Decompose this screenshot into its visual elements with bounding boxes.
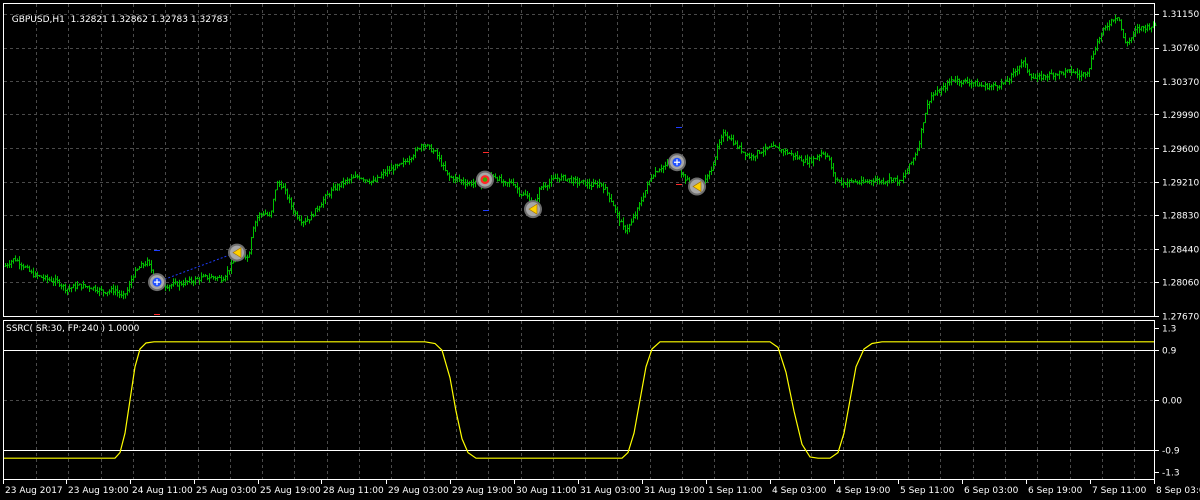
- symbol-timeframe: GBPUSD,H1: [11, 15, 65, 25]
- signal-marker-sell[interactable]: [228, 243, 246, 262]
- time-axis-label: 23 Aug 19:00: [68, 486, 129, 496]
- time-axis-label: 6 Sep 03:00: [964, 486, 1019, 496]
- time-axis-label: 25 Aug 03:00: [196, 486, 257, 496]
- time-axis-label: 6 Sep 19:00: [1028, 486, 1083, 496]
- price-axis-label: 1.30370: [1162, 78, 1199, 88]
- indicator-axis-label: -1.3: [1162, 469, 1180, 479]
- time-axis-label: 24 Aug 11:00: [132, 486, 193, 496]
- time-axis-label: 4 Sep 19:00: [836, 486, 891, 496]
- indicator-axis-label: 0.00: [1162, 397, 1182, 407]
- time-axis-label: 23 Aug 2017: [5, 486, 63, 496]
- time-axis-label: 4 Sep 03:00: [772, 486, 827, 496]
- price-axis-label: 1.27670: [1162, 313, 1199, 323]
- price-axis-label: 1.29990: [1162, 111, 1199, 121]
- time-axis-label: 29 Aug 03:00: [388, 486, 449, 496]
- price-axis-label: 1.30760: [1162, 44, 1199, 54]
- signal-marker-sell[interactable]: [688, 177, 706, 196]
- time-axis-label: 31 Aug 19:00: [644, 486, 705, 496]
- indicator-label: SSRC( SR:30, FP:240 ) 1.0000: [6, 324, 140, 334]
- indicator-axis-label: -0.9: [1162, 446, 1180, 456]
- indicator-axis-label: 1.3: [1162, 325, 1176, 335]
- price-axis-label: 1.29210: [1162, 179, 1199, 189]
- signal-marker-sell[interactable]: [524, 200, 542, 219]
- signal-marker-buy[interactable]: [148, 273, 166, 292]
- buy-core-dot: [482, 177, 488, 182]
- time-axis-label: 29 Aug 19:00: [452, 486, 513, 496]
- time-axis-label: 8 Sep 03:00: [1156, 486, 1200, 496]
- price-axis-label: 1.31150: [1162, 10, 1199, 20]
- time-axis-label: 28 Aug 11:00: [323, 486, 384, 496]
- time-axis-label: 31 Aug 03:00: [580, 486, 641, 496]
- signal-marker-buy[interactable]: [668, 153, 686, 172]
- price-axis-label: 1.28830: [1162, 212, 1199, 222]
- price-axis-label: 1.29600: [1162, 145, 1199, 155]
- symbol-header: GBPUSD,H1 1.32821 1.32862 1.32783 1.3278…: [6, 4, 228, 26]
- indicator-axis-label: 0.9: [1162, 347, 1177, 357]
- time-axis-label: 1 Sep 11:00: [708, 486, 763, 496]
- time-axis-label: 25 Aug 19:00: [260, 486, 321, 496]
- price-axis-label: 1.28060: [1162, 279, 1199, 289]
- signal-marker-both[interactable]: [476, 170, 494, 189]
- price-axis-label: 1.28440: [1162, 246, 1199, 256]
- ohlc-values: 1.32821 1.32862 1.32783 1.32783: [70, 15, 229, 25]
- time-axis-label: 7 Sep 11:00: [1092, 486, 1147, 496]
- time-axis-label: 5 Sep 11:00: [900, 486, 955, 496]
- time-axis-label: 30 Aug 11:00: [516, 486, 577, 496]
- chart-canvas: 1.31150 1.30760 1.30370 1.29990 1.29600 1.292…: [0, 0, 1200, 500]
